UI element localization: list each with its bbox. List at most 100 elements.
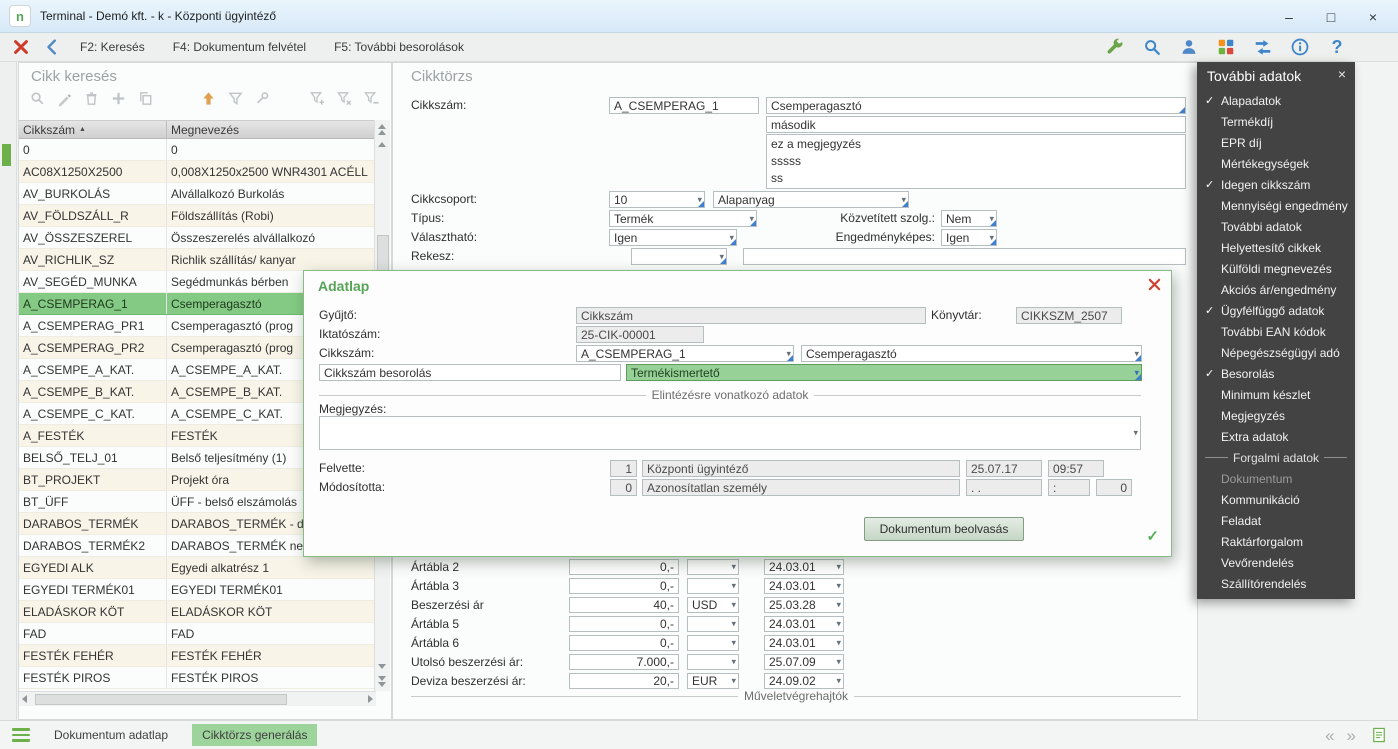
toolbar-action[interactable]: F2: Keresés [80, 40, 145, 54]
minimize-button[interactable]: – [1268, 0, 1310, 33]
search-icon[interactable] [1141, 36, 1163, 58]
price-currency-combo[interactable]: ▾ [687, 616, 739, 632]
menu-item[interactable]: ✓ Alapadatok [1197, 90, 1355, 111]
table-row[interactable]: FAD FAD [19, 623, 375, 645]
price-currency-combo[interactable]: ▾ [687, 654, 739, 670]
copy-icon[interactable] [135, 88, 155, 108]
scroll-up-icon[interactable] [378, 124, 386, 129]
user-icon[interactable] [1178, 36, 1200, 58]
note-textarea[interactable]: ▾ [319, 416, 1141, 450]
table-row[interactable]: AC08X1250X2500 0,008X1250x2500 WNR4301 A… [19, 161, 375, 183]
modified-by-name-field[interactable]: Azonosítatlan személy [642, 479, 960, 496]
item-number-field[interactable]: A_CSEMPERAG_1 [609, 97, 759, 114]
menu-item[interactable]: ✓ Mennyiségi engedmény [1197, 195, 1355, 216]
menu-item[interactable]: ✓ További EAN kódok [1197, 321, 1355, 342]
library-field[interactable]: CIKKSZM_2507 [1016, 307, 1122, 324]
menu-item[interactable]: ✓ Megjegyzés [1197, 405, 1355, 426]
discountable-combo[interactable]: Igen▾ [941, 229, 997, 246]
scan-document-button[interactable]: Dokumentum beolvasás [864, 517, 1024, 541]
bin-combo[interactable]: ▾ [631, 248, 727, 265]
selectable-combo[interactable]: Igen▾ [609, 229, 737, 246]
menu-item[interactable]: ✓ Külföldi megnevezés [1197, 258, 1355, 279]
menu-item[interactable]: ✓ Dokumentum [1197, 468, 1355, 489]
table-row[interactable]: AV_BURKOLÁS Alvállalkozó Burkolás [19, 183, 375, 205]
item-number-combo[interactable]: A_CSEMPERAG_1▾ [576, 345, 794, 362]
modified-time-field[interactable]: : [1048, 479, 1090, 496]
table-row[interactable]: AV_RICHLIK_SZ Richlik szállítás/ kanyar [19, 249, 375, 271]
column-header-code[interactable]: Cikkszám ▲ [19, 121, 167, 138]
created-date-field[interactable]: 25.07.17 [966, 460, 1042, 477]
pin-icon[interactable] [252, 88, 272, 108]
price-date-combo[interactable]: 25.03.28▾ [764, 597, 844, 613]
info-icon[interactable] [1289, 36, 1311, 58]
filter-remove-icon[interactable] [334, 88, 354, 108]
document-icon[interactable] [1368, 724, 1390, 746]
promote-arrow-up-icon[interactable] [198, 88, 218, 108]
price-value-field[interactable]: 7.000,- [569, 654, 679, 670]
item-name-field[interactable]: Csemperagasztó [766, 97, 1186, 114]
filter-funnel-icon[interactable] [225, 88, 245, 108]
menu-item[interactable]: ✓ Feladat [1197, 510, 1355, 531]
page-next-icon[interactable]: » [1347, 727, 1356, 744]
menu-item[interactable]: ✓ Vevőrendelés [1197, 552, 1355, 573]
modified-date-field[interactable]: . . [966, 479, 1042, 496]
collector-field[interactable]: Cikkszám [576, 307, 926, 324]
price-value-field[interactable]: 20,- [569, 673, 679, 689]
menu-item[interactable]: ✓ EPR díj [1197, 132, 1355, 153]
price-currency-combo[interactable]: ▾ [687, 559, 739, 575]
menu-item[interactable]: ✓ Szállítórendelés [1197, 573, 1355, 594]
menu-item[interactable]: ✓ Raktárforgalom [1197, 531, 1355, 552]
price-value-field[interactable]: 40,- [569, 597, 679, 613]
menu-hamburger-icon[interactable] [12, 728, 30, 742]
price-value-field[interactable]: 0,- [569, 616, 679, 632]
delete-trash-icon[interactable] [81, 88, 101, 108]
edit-pencil-icon[interactable] [54, 88, 74, 108]
modified-count-field[interactable]: 0 [1096, 479, 1132, 496]
abort-icon[interactable] [10, 36, 32, 58]
apps-grid-icon[interactable] [1215, 36, 1237, 58]
price-date-combo[interactable]: 24.03.01▾ [764, 578, 844, 594]
horizontal-scrollbar[interactable] [19, 691, 376, 706]
scroll-thumb[interactable] [35, 694, 287, 705]
item-description-box[interactable]: ez a megjegyzéssssssss [766, 134, 1186, 189]
price-date-combo[interactable]: 25.07.09▾ [764, 654, 844, 670]
menu-item[interactable]: ✓ Mértékegységek [1197, 153, 1355, 174]
filter-add-icon[interactable] [307, 88, 327, 108]
scroll-up-icon[interactable] [378, 142, 386, 147]
menu-item[interactable]: ✓ Termékdíj [1197, 111, 1355, 132]
add-plus-icon[interactable] [108, 88, 128, 108]
price-value-field[interactable]: 0,- [569, 559, 679, 575]
back-icon[interactable] [42, 36, 64, 58]
tab-document-datasheet[interactable]: Dokumentum adatlap [44, 724, 178, 746]
table-row[interactable]: EGYEDI ALK Egyedi alkatrész 1 [19, 557, 375, 579]
menu-item[interactable]: ✓ Idegen cikkszám [1197, 174, 1355, 195]
price-date-combo[interactable]: 24.03.01▾ [764, 635, 844, 651]
table-row[interactable]: FESTÉK PIROS FESTÉK PIROS [19, 667, 375, 689]
maximize-button[interactable]: □ [1310, 0, 1352, 33]
document-type-combo[interactable]: Termékismertető▾ [626, 364, 1142, 381]
registry-number-field[interactable]: 25-CIK-00001 [576, 326, 704, 343]
toolbar-action[interactable]: F4: Dokumentum felvétel [173, 40, 306, 54]
left-tab-strip[interactable] [0, 62, 17, 720]
scroll-right-icon[interactable] [368, 695, 373, 703]
price-date-combo[interactable]: 24.03.01▾ [764, 559, 844, 575]
menu-item[interactable]: ✓ Forgalmi adatok [1197, 447, 1355, 468]
price-value-field[interactable]: 0,- [569, 578, 679, 594]
scroll-down-icon[interactable] [378, 676, 386, 681]
price-date-combo[interactable]: 24.03.01▾ [764, 616, 844, 632]
price-date-combo[interactable]: 24.09.02▾ [764, 673, 844, 689]
close-button[interactable]: × [1352, 0, 1394, 33]
menu-item[interactable]: ✓ Minimum készlet [1197, 384, 1355, 405]
price-currency-combo[interactable]: EUR▾ [687, 673, 739, 689]
menu-item[interactable]: ✓ Extra adatok [1197, 426, 1355, 447]
table-row[interactable]: 0 0 [19, 139, 375, 161]
price-currency-combo[interactable]: ▾ [687, 635, 739, 651]
classification-field[interactable]: Cikkszám besorolás [319, 364, 621, 381]
scroll-left-icon[interactable] [22, 695, 27, 703]
search-icon[interactable] [27, 88, 47, 108]
price-currency-combo[interactable]: ▾ [687, 578, 739, 594]
tab-item-master-generate[interactable]: Cikktörzs generálás [192, 724, 317, 746]
column-header-name[interactable]: Megnevezés [167, 121, 375, 138]
table-row[interactable]: FESTÉK FEHÉR FESTÉK FEHÉR [19, 645, 375, 667]
bin-extra-field[interactable] [743, 248, 1186, 265]
